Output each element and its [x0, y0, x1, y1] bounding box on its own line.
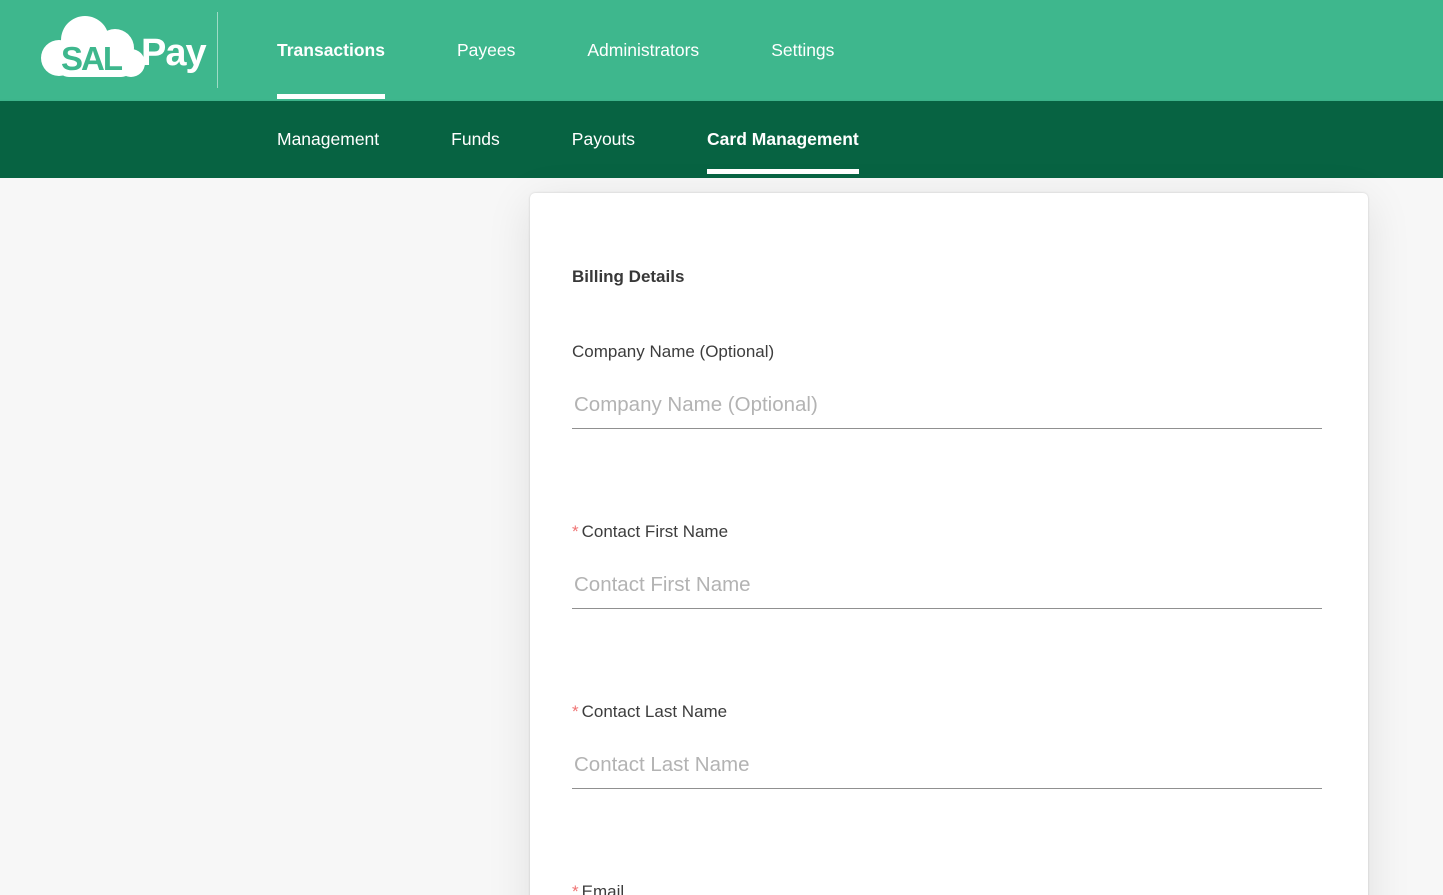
subnav-item-label: Management [277, 129, 380, 149]
company-name-input[interactable] [572, 381, 1322, 429]
subnav-item-card-management[interactable]: Card Management [707, 101, 859, 178]
nav-item-settings[interactable]: Settings [771, 0, 834, 101]
company-name-label-text: Company Name (Optional) [572, 342, 775, 361]
primary-nav: Transactions Payees Administrators Setti… [277, 0, 1443, 101]
required-asterisk: * [572, 522, 579, 541]
billing-details-card: Billing Details Company Name (Optional) … [530, 193, 1368, 895]
salpay-logo[interactable]: SAL Pay [33, 12, 207, 88]
contact-last-name-label-text: Contact Last Name [581, 702, 728, 721]
nav-item-administrators[interactable]: Administrators [587, 0, 699, 101]
subnav-item-label: Funds [451, 129, 500, 149]
email-field-group: * Email [572, 880, 1322, 895]
nav-item-label: Payees [456, 40, 516, 60]
page-content: Billing Details Company Name (Optional) … [0, 178, 1443, 895]
subnav-item-label: Card Management [707, 129, 859, 149]
required-asterisk: * [572, 702, 579, 721]
logo-sal-text: SAL [61, 40, 123, 77]
logo-pay-text: Pay [141, 31, 207, 74]
contact-first-name-field-group: * Contact First Name [572, 520, 1322, 609]
company-name-field-group: Company Name (Optional) [572, 340, 1322, 429]
contact-last-name-field-group: * Contact Last Name [572, 700, 1322, 789]
contact-first-name-label: * Contact First Name [572, 520, 1322, 544]
contact-first-name-label-text: Contact First Name [581, 522, 729, 541]
nav-item-payees[interactable]: Payees [457, 0, 515, 101]
salpay-cloud-icon: SAL [41, 16, 145, 77]
contact-last-name-input[interactable] [572, 741, 1322, 789]
logo-divider [217, 12, 218, 88]
secondary-nav: Management Funds Payouts Card Management [0, 101, 1443, 178]
subnav-item-management[interactable]: Management [277, 101, 379, 178]
company-name-label: Company Name (Optional) [572, 340, 1322, 364]
card-title: Billing Details [572, 267, 685, 286]
subnav-item-payouts[interactable]: Payouts [572, 101, 635, 178]
nav-item-transactions[interactable]: Transactions [277, 0, 385, 101]
contact-last-name-label: * Contact Last Name [572, 700, 1322, 724]
subnav-item-label: Payouts [571, 129, 636, 149]
nav-item-label: Transactions [277, 40, 385, 60]
subnav-item-funds[interactable]: Funds [451, 101, 500, 178]
nav-item-label: Administrators [587, 40, 700, 60]
nav-item-label: Settings [771, 40, 835, 60]
email-label-text: Email [581, 882, 625, 895]
contact-first-name-input[interactable] [572, 561, 1322, 609]
top-bar: SAL Pay Transactions Payees Administrato… [0, 0, 1443, 101]
required-asterisk: * [572, 882, 579, 895]
email-label: * Email [572, 880, 1322, 895]
